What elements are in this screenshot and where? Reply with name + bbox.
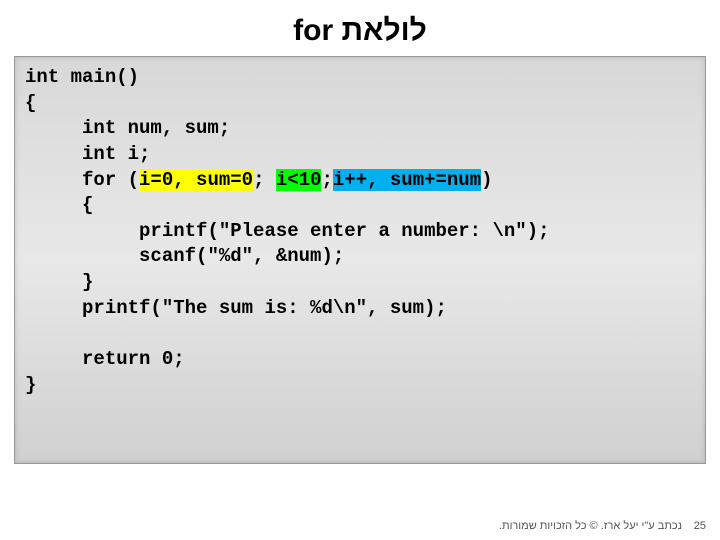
- page-number: 25: [694, 520, 706, 532]
- code-text: ): [481, 169, 492, 191]
- code-block: int main() { int num, sum; int i; for (i…: [14, 56, 706, 464]
- code-text: ;: [253, 169, 276, 191]
- code-line: }: [25, 374, 36, 396]
- code-indent: [25, 143, 82, 165]
- code-line: int num, sum;: [82, 117, 230, 139]
- slide-title: לולאת for: [0, 0, 720, 56]
- highlight-increment: i++, sum+=num: [333, 169, 481, 191]
- code-indent: [25, 117, 82, 139]
- code-line: {: [82, 194, 93, 216]
- code-line: {: [25, 92, 36, 114]
- code-indent: [25, 297, 82, 319]
- code-line: return 0;: [82, 348, 185, 370]
- code-indent: [25, 169, 82, 191]
- code-content: int main() { int num, sum; int i; for (i…: [25, 65, 695, 398]
- highlight-condition: i<10: [276, 169, 322, 191]
- code-indent: [25, 220, 139, 242]
- copyright-footer: נכתב ע"י יעל ארז. © כל הזכויות שמורות.: [499, 520, 682, 532]
- code-indent: [25, 194, 82, 216]
- code-line: int i;: [82, 143, 150, 165]
- code-line: printf("Please enter a number: \n");: [139, 220, 549, 242]
- code-indent: [25, 245, 139, 267]
- code-indent: [25, 348, 82, 370]
- highlight-init: i=0, sum=0: [139, 169, 253, 191]
- code-indent: [25, 271, 82, 293]
- code-text: ;: [321, 169, 332, 191]
- code-line: int main(): [25, 66, 139, 88]
- code-line: printf("The sum is: %d\n", sum);: [82, 297, 447, 319]
- code-line: }: [82, 271, 93, 293]
- code-text: for (: [82, 169, 139, 191]
- code-line: scanf("%d", &num);: [139, 245, 344, 267]
